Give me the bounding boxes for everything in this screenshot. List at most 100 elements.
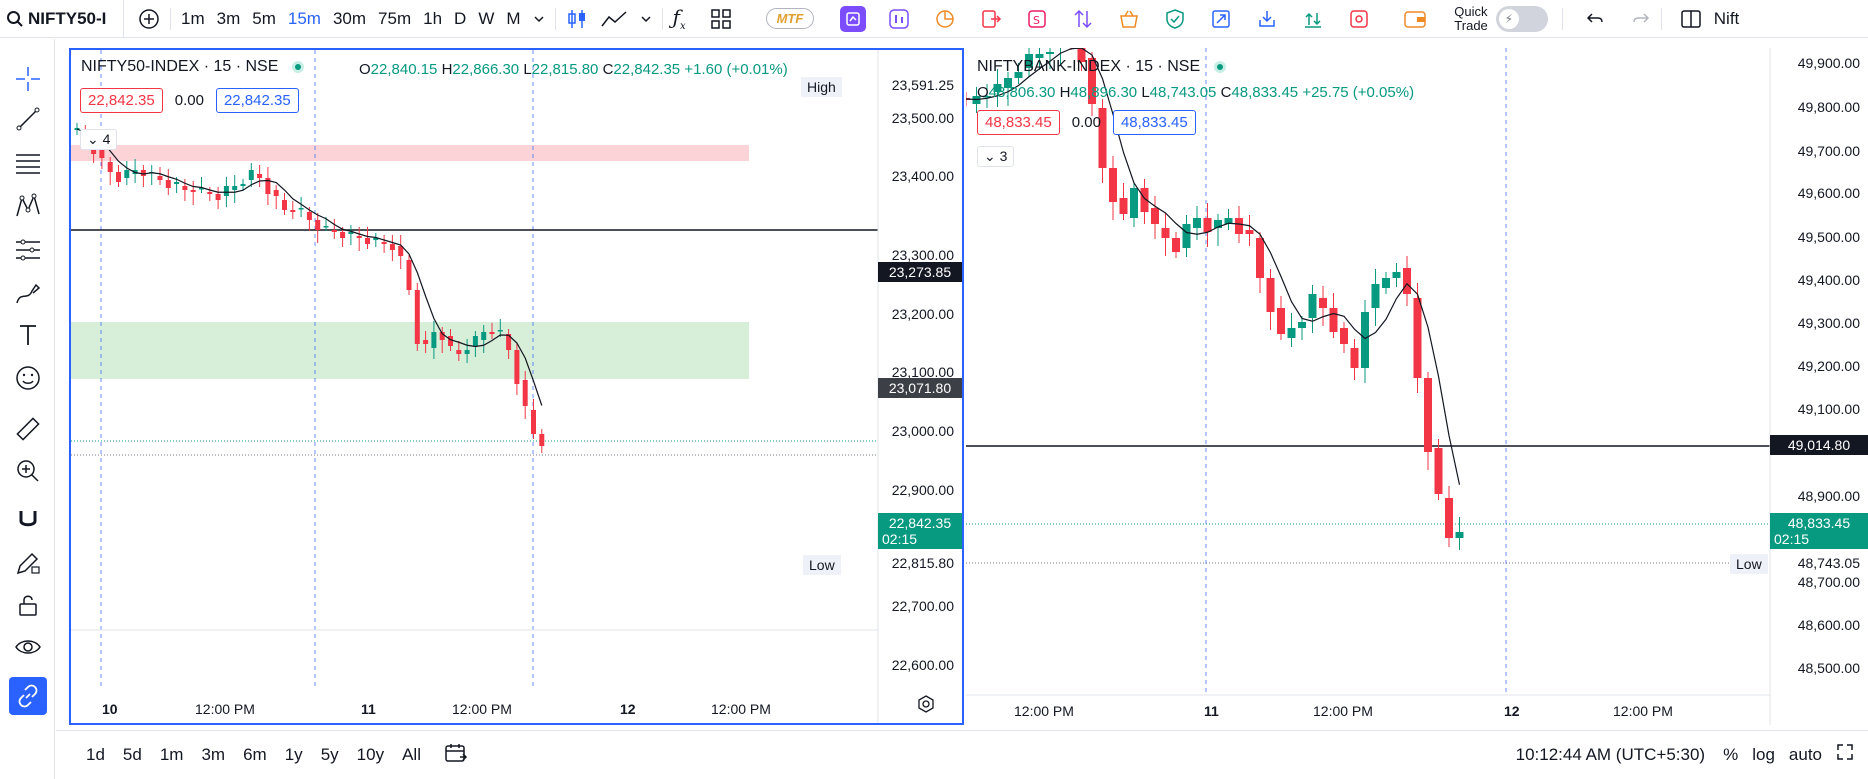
range-6m[interactable]: 6m <box>243 745 267 765</box>
gear-icon <box>918 695 934 713</box>
interval-5m[interactable]: 5m <box>246 4 282 34</box>
app-icon-2[interactable] <box>886 6 912 32</box>
interval-dropdown[interactable] <box>527 4 551 34</box>
range-5d[interactable]: 5d <box>123 745 142 765</box>
export-icon <box>982 9 1002 28</box>
resistance-zone <box>71 145 749 161</box>
interval-w[interactable]: W <box>472 4 500 34</box>
app-icon-8[interactable] <box>1162 6 1188 32</box>
drawing-mode-tool[interactable] <box>12 547 44 579</box>
indicators-button[interactable]: ƒx <box>667 4 692 34</box>
app-icon-4[interactable] <box>978 6 1004 32</box>
app-icon-10[interactable] <box>1254 6 1280 32</box>
buy-button[interactable]: 48,833.45 <box>1112 110 1196 135</box>
app-icon-13[interactable] <box>1402 6 1428 32</box>
quick-trade-toggle[interactable]: ⚡ <box>1495 5 1548 32</box>
interval-15m[interactable]: 15m <box>282 4 327 34</box>
percent-scale-toggle[interactable]: % <box>1723 745 1738 765</box>
clock[interactable]: 10:12:44 AM (UTC+5:30) <box>1516 745 1705 765</box>
price-scale[interactable]: 23,500.00 23,400.00 23,300.00 23,200.00 … <box>878 50 962 723</box>
app-icon-12[interactable] <box>1346 6 1372 32</box>
brush-tool[interactable] <box>12 277 44 309</box>
sync-link-tool[interactable] <box>9 677 47 715</box>
interval-1m[interactable]: 1m <box>175 4 211 34</box>
interval-30m[interactable]: 30m <box>327 4 372 34</box>
chart-title[interactable]: NIFTY50-INDEX · 15 · NSE <box>81 58 278 76</box>
app-icon-11[interactable] <box>1300 6 1326 32</box>
collapse-indicators-button[interactable]: ⌄ 3 <box>977 146 1015 167</box>
chart-settings-button[interactable] <box>916 694 936 717</box>
interval-m[interactable]: M <box>500 4 526 34</box>
layouts-button[interactable] <box>704 4 738 34</box>
symbol-search[interactable]: NIFTY50-I <box>0 0 124 38</box>
time-scale[interactable]: 10 12:00 PM 11 12:00 PM 12 12:00 PM <box>71 693 878 723</box>
range-1y[interactable]: 1y <box>285 745 303 765</box>
calendar-icon <box>445 743 468 762</box>
measure-tool[interactable] <box>12 413 44 445</box>
interval-3m[interactable]: 3m <box>211 4 247 34</box>
sell-button[interactable]: 48,833.45 <box>977 110 1060 135</box>
candles-chart-type-button[interactable] <box>560 4 594 34</box>
text-tool[interactable] <box>12 319 44 351</box>
mtf-button[interactable]: MTF <box>765 8 815 29</box>
trend-line-tool[interactable] <box>12 103 44 135</box>
sell-button[interactable]: 22,842.35 <box>80 88 163 113</box>
candle-body <box>165 180 171 188</box>
fullscreen-button[interactable] <box>1836 743 1854 766</box>
candle-body <box>340 232 346 238</box>
interval-1h[interactable]: 1h <box>417 4 448 34</box>
auto-scale-toggle[interactable]: auto <box>1789 745 1822 765</box>
log-scale-toggle[interactable]: log <box>1752 745 1775 765</box>
interval-75m[interactable]: 75m <box>372 4 417 34</box>
visibility-tool[interactable] <box>12 631 44 663</box>
zoom-tool[interactable] <box>12 455 44 487</box>
chart-pane-nifty[interactable]: NIFTY50-INDEX · 15 · NSE O22,840.15 H22,… <box>69 48 964 725</box>
candle-body <box>107 162 113 172</box>
range-10y[interactable]: 10y <box>357 745 384 765</box>
banknifty-chart-canvas[interactable] <box>966 48 1868 725</box>
app-icon-6[interactable] <box>1070 6 1096 32</box>
forecast-tool[interactable] <box>12 234 44 266</box>
price-scale[interactable]: 49,900.00 49,800.00 49,700.00 49,600.00 … <box>1770 48 1868 725</box>
chart-pane-banknifty[interactable]: NIFTYBANK-INDEX · 15 · NSE O48,806.30 H4… <box>966 48 1868 725</box>
range-5y[interactable]: 5y <box>321 745 339 765</box>
app-icon-3[interactable] <box>932 6 958 32</box>
app-icon-5[interactable]: S <box>1024 6 1050 32</box>
candle-body <box>1392 272 1401 278</box>
candle-body <box>1266 278 1275 312</box>
lock-tool[interactable] <box>12 589 44 621</box>
range-1m[interactable]: 1m <box>160 745 184 765</box>
indicator-line-button[interactable] <box>594 4 634 34</box>
candle-body <box>223 186 229 196</box>
candle-body <box>414 290 420 344</box>
range-1d[interactable]: 1d <box>86 745 105 765</box>
range-all[interactable]: All <box>402 745 421 765</box>
nifty-chart-canvas[interactable] <box>71 50 962 723</box>
emoji-tool[interactable] <box>12 362 44 394</box>
magnet-tool[interactable] <box>12 505 44 537</box>
add-symbol-button[interactable] <box>132 4 166 34</box>
buy-button[interactable]: 22,842.35 <box>215 88 299 113</box>
range-3m[interactable]: 3m <box>201 745 225 765</box>
crosshair-tool[interactable] <box>12 63 44 95</box>
last-price-tag: 22,842.35 02:15 <box>878 513 962 549</box>
redo-button[interactable] <box>1625 4 1657 34</box>
pattern-tool[interactable] <box>12 190 44 222</box>
right-symbol[interactable]: Nift <box>1708 4 1746 34</box>
lock-icon <box>19 595 37 616</box>
brush-icon <box>16 283 41 304</box>
fib-tool[interactable] <box>12 147 44 179</box>
goto-date-button[interactable] <box>444 742 468 769</box>
price-label: 49,900.00 <box>1797 55 1860 71</box>
panel-toggle-button[interactable] <box>1674 4 1708 34</box>
candle-body <box>174 182 180 184</box>
collapse-indicators-button[interactable]: ⌄ 4 <box>80 129 118 150</box>
chart-type-dropdown[interactable] <box>634 4 658 34</box>
app-icon-1[interactable] <box>840 5 867 32</box>
interval-d[interactable]: D <box>448 4 472 34</box>
app-icon-7[interactable] <box>1116 6 1142 32</box>
chart-title[interactable]: NIFTYBANK-INDEX · 15 · NSE <box>977 58 1200 76</box>
undo-button[interactable] <box>1579 4 1611 34</box>
app-icon-9[interactable] <box>1208 6 1234 32</box>
time-scale[interactable]: 12:00 PM 11 12:00 PM 12 12:00 PM <box>966 695 1770 725</box>
